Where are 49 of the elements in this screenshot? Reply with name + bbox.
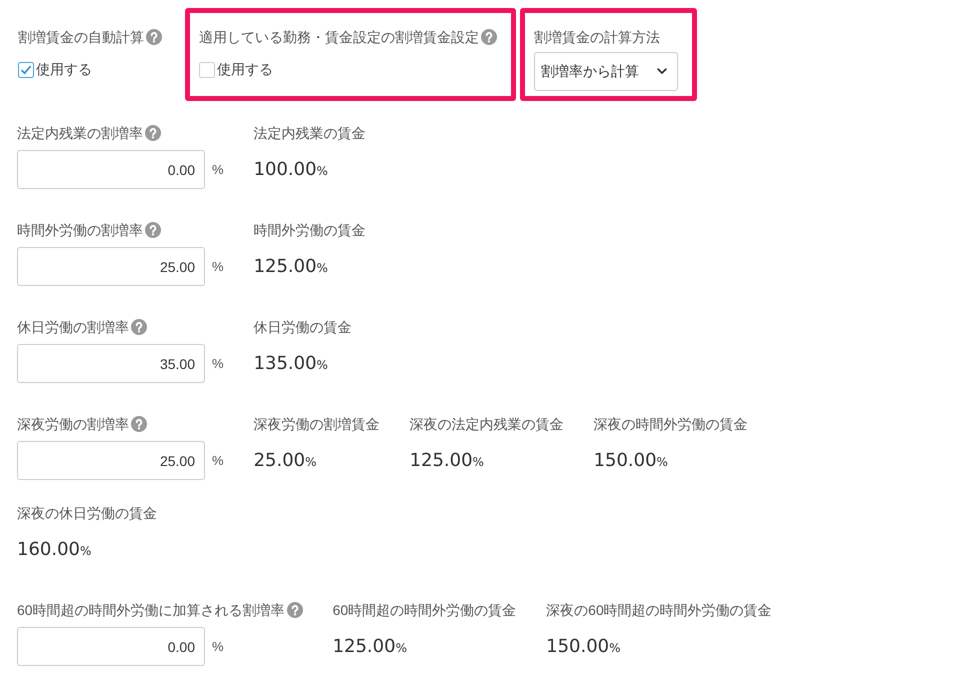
help-icon[interactable] bbox=[131, 319, 147, 335]
wage-label: 深夜労働の割増賃金 bbox=[254, 415, 380, 434]
rate-label: 法定内残業の割増率 bbox=[17, 124, 143, 143]
checkbox[interactable] bbox=[18, 62, 34, 78]
rate-input[interactable]: 35.00 bbox=[17, 344, 205, 383]
help-icon[interactable] bbox=[145, 222, 161, 238]
wage-value: 150.00% bbox=[594, 450, 668, 471]
rate-label: 休日労働の割増率 bbox=[17, 318, 129, 337]
setting-label: 適用している勤務・賃金設定の割増賃金設定 bbox=[199, 28, 479, 47]
help-icon[interactable] bbox=[131, 416, 147, 432]
wage-value: 160.00% bbox=[17, 539, 92, 560]
wage-value: 135.00% bbox=[254, 353, 328, 374]
unit-label: % bbox=[212, 356, 224, 371]
checkbox-label[interactable]: 使用する bbox=[36, 61, 92, 79]
unit-label: % bbox=[212, 259, 224, 274]
chevron-down-icon bbox=[657, 68, 667, 75]
wage-label: 休日労働の賃金 bbox=[254, 318, 352, 337]
rate-input[interactable]: 25.00 bbox=[17, 441, 205, 480]
rate-input[interactable]: 25.00 bbox=[17, 247, 205, 286]
help-icon[interactable] bbox=[286, 602, 303, 618]
wage-value: 150.00% bbox=[546, 636, 621, 657]
checkbox[interactable] bbox=[199, 62, 215, 78]
wage-label: 深夜の法定内残業の賃金 bbox=[410, 415, 564, 434]
help-icon[interactable] bbox=[481, 29, 497, 45]
setting-label: 割増賃金の自動計算 bbox=[18, 28, 144, 47]
wage-label: 法定内残業の賃金 bbox=[254, 124, 366, 143]
rate-input[interactable]: 0.00 bbox=[17, 627, 205, 666]
wage-value: 25.00% bbox=[254, 450, 316, 471]
wage-label: 60時間超の時間外労働の賃金 bbox=[332, 601, 516, 620]
wage-label: 深夜の時間外労働の賃金 bbox=[594, 415, 748, 434]
rate-label: 時間外労働の割増率 bbox=[17, 221, 143, 240]
wage-label: 深夜の休日労働の賃金 bbox=[17, 504, 157, 523]
rate-label: 深夜労働の割増率 bbox=[17, 415, 129, 434]
rate-label: 60時間超の時間外労働に加算される割増率 bbox=[17, 601, 285, 620]
setting-label: 割増賃金の計算方法 bbox=[534, 28, 660, 47]
method-select[interactable]: 割増率から計算 bbox=[534, 52, 678, 91]
help-icon[interactable] bbox=[145, 125, 161, 141]
unit-label: % bbox=[212, 639, 224, 654]
wage-value: 125.00% bbox=[254, 256, 328, 277]
wage-value: 125.00% bbox=[410, 450, 484, 471]
unit-label: % bbox=[212, 453, 224, 468]
help-icon[interactable] bbox=[146, 29, 162, 45]
checkbox-label[interactable]: 使用する bbox=[217, 61, 273, 79]
wage-value: 100.00% bbox=[254, 159, 328, 180]
wage-label: 深夜の60時間超の時間外労働の賃金 bbox=[546, 601, 772, 620]
wage-value: 125.00% bbox=[332, 636, 407, 657]
wage-label: 時間外労働の賃金 bbox=[254, 221, 366, 240]
unit-label: % bbox=[212, 162, 224, 177]
rate-input[interactable]: 0.00 bbox=[17, 150, 205, 189]
